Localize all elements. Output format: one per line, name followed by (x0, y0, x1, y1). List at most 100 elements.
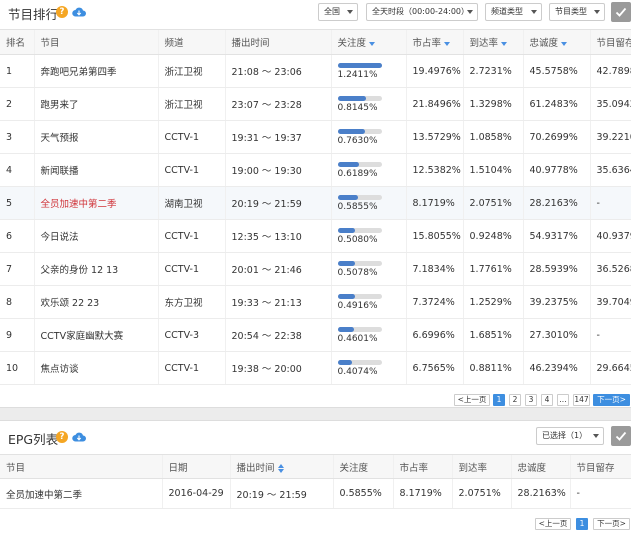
page-147-button[interactable]: 147 (573, 394, 590, 406)
cell-channel: CCTV-1 (157, 153, 225, 187)
table-row[interactable]: 7 父亲的身份 12 13 CCTV-1 20:01 ～ 21:46 0.5078% 7.… (0, 252, 631, 286)
cell-program: 今日说法 (33, 219, 158, 253)
epg-confirm-button[interactable] (611, 426, 631, 446)
cell-rank: 8 (0, 285, 34, 319)
cell-channel: CCTV-1 (157, 120, 225, 154)
attention-value: 0.5855% (337, 201, 378, 212)
attention-bar-fill (337, 359, 352, 365)
cell-channel: CCTV-1 (157, 219, 225, 253)
table-row[interactable]: 5 全员加速中第二季 湖南卫视 20:19 ～ 21:59 0.5855% 8.1719%… (0, 186, 631, 220)
cell-time: 20:54 ～ 22:38 (224, 318, 331, 352)
cell-reach: 2.0751% (451, 478, 511, 509)
sort-desc-icon[interactable] (501, 41, 508, 46)
cell-retention: - (589, 186, 631, 220)
ranking-table: 排名 节目 频道 播出时间 关注度 市占率 到达率 忠诚度 节目留存 1 奔跑吧兄弟第四季 浙江卫视… (0, 29, 631, 385)
cell-share: 7.1834% (405, 252, 463, 286)
region-select[interactable]: 全国 (318, 3, 358, 21)
cell-rank: 2 (0, 87, 34, 121)
table-row[interactable]: 8 欢乐颂 22 23 东方卫视 19:33 ～ 21:13 0.4916% 7.3724… (0, 285, 631, 319)
selected-items-select[interactable]: 已选择（1） (536, 427, 604, 445)
page-4-button[interactable]: 4 (541, 394, 553, 406)
sort-desc-icon[interactable] (561, 41, 568, 46)
table-row[interactable]: 3 天气预报 CCTV-1 19:31 ～ 19:37 0.7630% 13.5729% 1… (0, 120, 631, 154)
table-row[interactable]: 9 CCTV家庭幽默大赛 CCTV-3 20:54 ～ 22:38 0.4601% 6.6… (0, 318, 631, 352)
attention-bar (337, 62, 382, 68)
table-row[interactable]: 全员加速中第二季 2016-04-29 20:19 ～ 21:59 0.5855% 8.… (0, 478, 631, 509)
column-header: 关注度 (332, 454, 393, 479)
cell-share: 12.5382% (405, 153, 463, 187)
cell-attention: 1.2411% (330, 54, 406, 88)
cell-loyalty: 28.5939% (522, 252, 590, 286)
column-header[interactable]: 关注度 (330, 29, 406, 55)
sort-icon[interactable] (277, 463, 284, 473)
attention-bar-fill (337, 227, 356, 233)
next-page-button[interactable]: 下一页> (593, 518, 630, 530)
cloud-download-icon[interactable] (72, 7, 86, 17)
cell-time: 19:31 ～ 19:37 (224, 120, 331, 154)
caret-down-icon (593, 434, 599, 438)
cell-time: 19:33 ～ 21:13 (224, 285, 331, 319)
page-1-button[interactable]: 1 (493, 394, 505, 406)
next-page-button[interactable]: 下一页> (593, 394, 630, 406)
cell-share: 6.7565% (405, 351, 463, 385)
page-2-button[interactable]: 2 (509, 394, 521, 406)
cell-reach: 0.8811% (462, 351, 523, 385)
help-icon[interactable]: ? (56, 431, 68, 443)
program-type-select[interactable]: 节目类型 (549, 3, 605, 21)
attention-value: 0.4916% (337, 300, 378, 311)
column-header[interactable]: 忠诚度 (522, 29, 590, 55)
cell-retention: 36.5268% (589, 252, 631, 286)
epg-pagination: <上一页 1 下一页> (535, 518, 631, 530)
column-header: 排名 (0, 29, 34, 55)
column-header[interactable]: 市占率 (405, 29, 463, 55)
cell-attention: 0.6189% (330, 153, 406, 187)
help-icon[interactable]: ? (56, 6, 68, 18)
cell-attention: 0.5080% (330, 219, 406, 253)
cell-attention: 0.4916% (330, 285, 406, 319)
attention-bar (337, 293, 382, 299)
epg-header-row: 节目 日期 播出时间 关注度 市占率 到达率 忠诚度 节目留存 (0, 454, 631, 479)
channel-type-select[interactable]: 频道类型 (485, 3, 542, 21)
table-row[interactable]: 6 今日说法 CCTV-1 12:35 ～ 13:10 0.5080% 15.8055% 0… (0, 219, 631, 253)
cell-loyalty: 28.2163% (510, 478, 570, 509)
cloud-download-icon[interactable] (72, 432, 86, 442)
cell-attention: 0.5855% (330, 186, 406, 220)
attention-value: 0.7630% (337, 135, 378, 146)
table-row[interactable]: 2 跑男来了 浙江卫视 23:07 ～ 23:28 0.8145% 21.8496% 1.3… (0, 87, 631, 121)
column-header: 节目 (33, 29, 158, 55)
prev-page-button[interactable]: <上一页 (454, 394, 490, 406)
caret-down-icon (531, 10, 537, 14)
table-row[interactable]: 1 奔跑吧兄弟第四季 浙江卫视 21:08 ～ 23:06 1.2411% 19.4976… (0, 54, 631, 88)
sort-desc-icon[interactable] (369, 41, 376, 46)
timeslot-select[interactable]: 全天时段（00:00-24:00） (366, 3, 478, 21)
column-header[interactable]: 播出时间 (229, 454, 333, 479)
column-header: 节目 (0, 454, 162, 479)
attention-value: 0.4601% (337, 333, 378, 344)
page-1-button[interactable]: 1 (576, 518, 588, 530)
cell-date: 2016-04-29 (161, 478, 230, 509)
cell-program: CCTV家庭幽默大赛 (33, 318, 158, 352)
attention-bar (337, 359, 382, 365)
cell-time: 23:07 ～ 23:28 (224, 87, 331, 121)
cell-program: 全员加速中第二季 (33, 186, 158, 220)
column-header[interactable]: 节目留存 (589, 29, 631, 55)
attention-value: 0.5078% (337, 267, 378, 278)
table-row[interactable]: 4 新闻联播 CCTV-1 19:00 ～ 19:30 0.6189% 12.5382% 1… (0, 153, 631, 187)
confirm-button[interactable] (611, 2, 631, 22)
attention-bar-fill (337, 62, 382, 68)
page-3-button[interactable]: 3 (525, 394, 537, 406)
cell-rank: 5 (0, 186, 34, 220)
cell-program: 跑男来了 (33, 87, 158, 121)
column-header: 日期 (161, 454, 230, 479)
cell-program: 全员加速中第二季 (0, 478, 162, 509)
prev-page-button[interactable]: <上一页 (535, 518, 571, 530)
sort-desc-icon[interactable] (444, 41, 451, 46)
cell-share: 6.6996% (405, 318, 463, 352)
attention-bar-fill (337, 161, 360, 167)
cell-attention: 0.5855% (332, 478, 393, 509)
table-row[interactable]: 10 焦点访谈 CCTV-1 19:38 ～ 20:00 0.4074% 6.7565% 0… (0, 351, 631, 385)
cell-loyalty: 70.2699% (522, 120, 590, 154)
page-ellipsis[interactable]: ... (557, 394, 569, 406)
cell-channel: 湖南卫视 (157, 186, 225, 220)
column-header[interactable]: 到达率 (462, 29, 523, 55)
